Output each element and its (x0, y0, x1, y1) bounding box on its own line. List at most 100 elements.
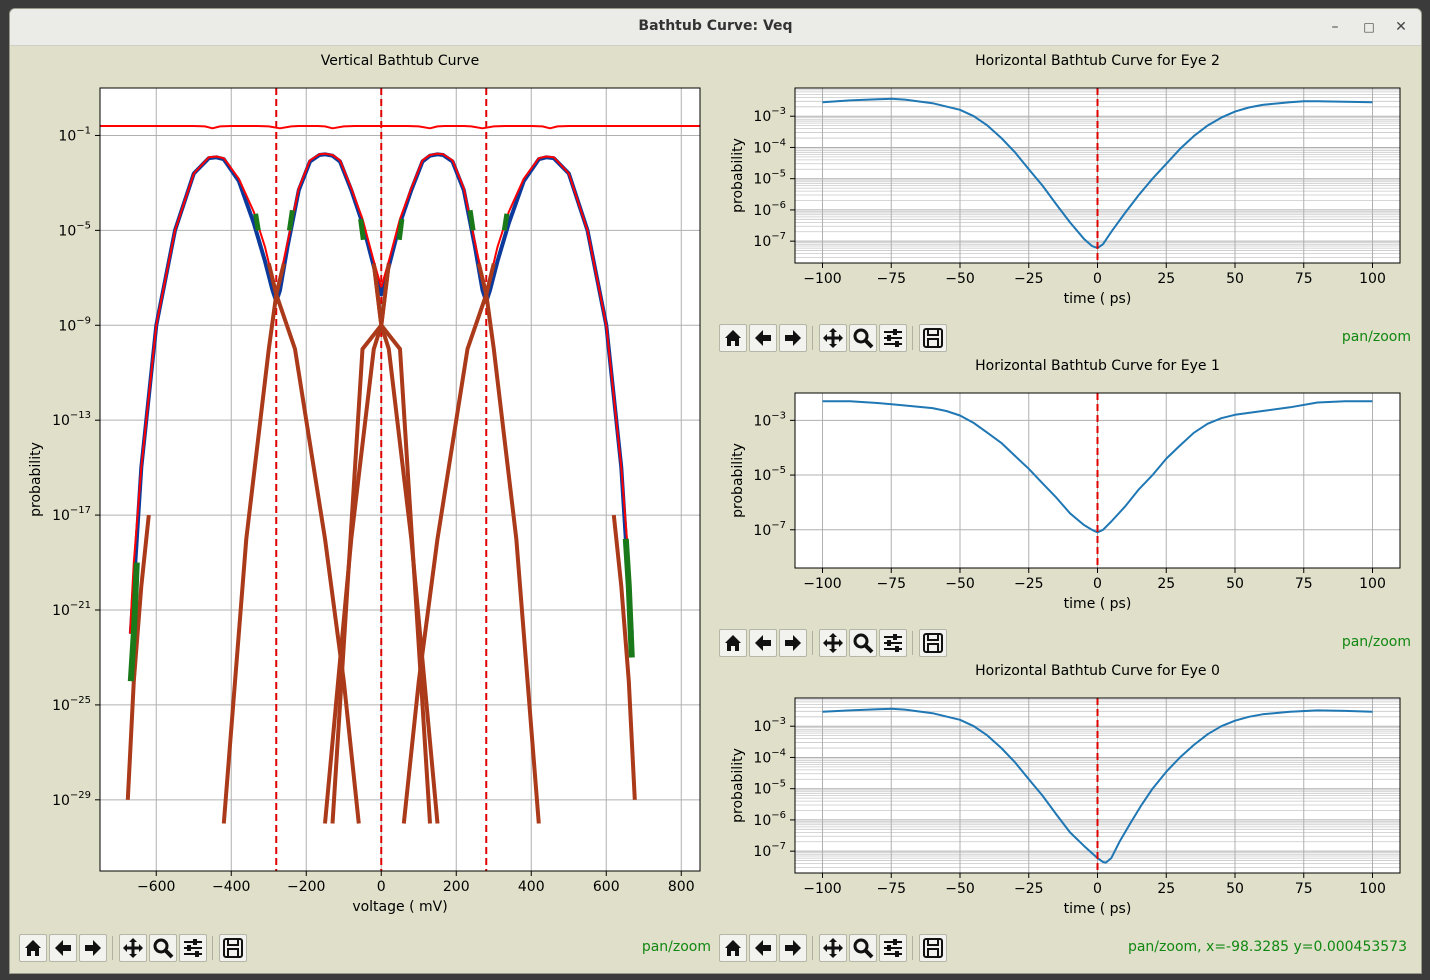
toolbar-vertical: pan/zoom (19, 934, 719, 964)
x-tick-label: 25 (1157, 881, 1175, 897)
y-tick-label: 10−9 (58, 315, 91, 334)
home-button[interactable] (719, 324, 747, 352)
x-tick-label: −100 (803, 271, 841, 287)
configure-button[interactable] (879, 629, 907, 657)
series-line (253, 213, 261, 231)
y-axis-label: probability (730, 443, 746, 518)
configure-button[interactable] (879, 934, 907, 962)
save-button[interactable] (919, 629, 947, 657)
y-tick-label: 10−17 (52, 505, 91, 524)
back-button[interactable] (749, 629, 777, 657)
y-tick-label: 10−3 (753, 106, 786, 125)
mode-status: pan/zoom (1341, 329, 1411, 345)
zoom-button[interactable] (849, 324, 877, 352)
x-tick-label: −100 (803, 576, 841, 592)
x-tick-label: −100 (803, 881, 841, 897)
y-tick-label: 10−3 (753, 410, 786, 429)
zoom-button[interactable] (849, 934, 877, 962)
y-tick-label: 10−5 (58, 220, 91, 239)
back-button[interactable] (49, 934, 77, 962)
y-tick-label: 10−13 (52, 410, 91, 429)
y-tick-label: 10−3 (753, 716, 786, 735)
back-button[interactable] (749, 324, 777, 352)
horizontal-bathtub-eye2-chart[interactable]: Horizontal Bathtub Curve for Eye 2 −100 −7… (720, 48, 1420, 318)
home-button[interactable] (719, 629, 747, 657)
y-tick-label: 10−25 (52, 695, 91, 714)
x-tick-label: 25 (1157, 271, 1175, 287)
toolbar-eye0: pan/zoom, x=-98.3285 y=0.000453573 (719, 934, 1419, 964)
x-tick-label: 100 (1359, 271, 1386, 287)
x-tick-label: 25 (1157, 576, 1175, 592)
forward-button[interactable] (779, 934, 807, 962)
x-tick-label: 50 (1226, 576, 1244, 592)
minimize-icon[interactable]: – (1325, 17, 1345, 37)
save-button[interactable] (219, 934, 247, 962)
x-tick-label: 100 (1359, 881, 1386, 897)
y-tick-label: 10−6 (753, 810, 786, 829)
x-tick-label: 50 (1226, 271, 1244, 287)
x-tick-label: −50 (945, 881, 975, 897)
x-tick-label: −50 (945, 271, 975, 287)
home-button[interactable] (719, 934, 747, 962)
maximize-icon[interactable]: □ (1359, 17, 1379, 37)
zoom-button[interactable] (149, 934, 177, 962)
x-tick-label: −25 (1014, 881, 1044, 897)
save-button[interactable] (919, 324, 947, 352)
pan-button[interactable] (819, 324, 847, 352)
forward-button[interactable] (779, 324, 807, 352)
configure-button[interactable] (879, 324, 907, 352)
mode-status: pan/zoom (1341, 634, 1411, 650)
x-axis-label: time ( ps) (1064, 291, 1132, 307)
x-tick-label: 75 (1295, 271, 1313, 287)
series-line (501, 213, 510, 231)
y-axis-label: probability (28, 442, 44, 517)
forward-button[interactable] (79, 934, 107, 962)
configure-button[interactable] (179, 934, 207, 962)
home-button[interactable] (19, 934, 47, 962)
back-button[interactable] (749, 934, 777, 962)
pan-button[interactable] (119, 934, 147, 962)
x-tick-label: −600 (137, 879, 175, 895)
vertical-bathtub-chart[interactable]: Vertical Bathtub Curve −600 −400 −200 0 200 40… (20, 48, 715, 928)
horizontal-bathtub-eye0-chart[interactable]: Horizontal Bathtub Curve for Eye 0 −100 −7… (720, 658, 1420, 928)
y-tick-label: 10−7 (753, 841, 786, 860)
pan-button[interactable] (819, 629, 847, 657)
x-tick-label: −400 (212, 879, 250, 895)
x-tick-label: 600 (593, 879, 620, 895)
series-line (286, 209, 295, 231)
title-bar: Bathtub Curve: Veq – □ ✕ (10, 9, 1421, 46)
x-tick-label: −75 (876, 271, 906, 287)
y-tick-label: 10−6 (753, 200, 786, 219)
y-tick-label: 10−5 (753, 169, 786, 188)
x-axis-label: voltage ( mV) (352, 899, 447, 915)
chart-title: Horizontal Bathtub Curve for Eye 2 (975, 53, 1220, 69)
mode-status: pan/zoom (641, 939, 711, 955)
close-icon[interactable]: ✕ (1391, 17, 1411, 37)
y-axis-label: probability (730, 748, 746, 823)
toolbar-eye2: pan/zoom (719, 324, 1419, 354)
y-tick-label: 10−4 (753, 137, 786, 156)
x-tick-label: −25 (1014, 576, 1044, 592)
y-tick-label: 10−7 (753, 520, 786, 539)
window-title: Bathtub Curve: Veq (638, 18, 793, 34)
x-tick-label: 75 (1295, 881, 1313, 897)
y-tick-label: 10−5 (753, 465, 786, 484)
series-line (358, 218, 366, 241)
pan-button[interactable] (819, 934, 847, 962)
x-axis-label: time ( ps) (1064, 901, 1132, 917)
forward-button[interactable] (779, 629, 807, 657)
x-tick-label: 400 (518, 879, 545, 895)
x-tick-label: 100 (1359, 576, 1386, 592)
coordinate-status: pan/zoom, x=-98.3285 y=0.000453573 (1127, 939, 1407, 955)
x-tick-label: 800 (668, 879, 695, 895)
save-button[interactable] (919, 934, 947, 962)
toolbar-eye1: pan/zoom (719, 629, 1419, 659)
x-tick-label: −50 (945, 576, 975, 592)
series-line (467, 209, 476, 231)
x-axis-label: time ( ps) (1064, 596, 1132, 612)
horizontal-bathtub-eye1-chart[interactable]: Horizontal Bathtub Curve for Eye 1 −100 −7… (720, 353, 1420, 623)
zoom-button[interactable] (849, 629, 877, 657)
x-tick-label: −200 (287, 879, 325, 895)
chart-title: Horizontal Bathtub Curve for Eye 1 (975, 358, 1220, 374)
x-tick-label: 0 (1093, 576, 1102, 592)
